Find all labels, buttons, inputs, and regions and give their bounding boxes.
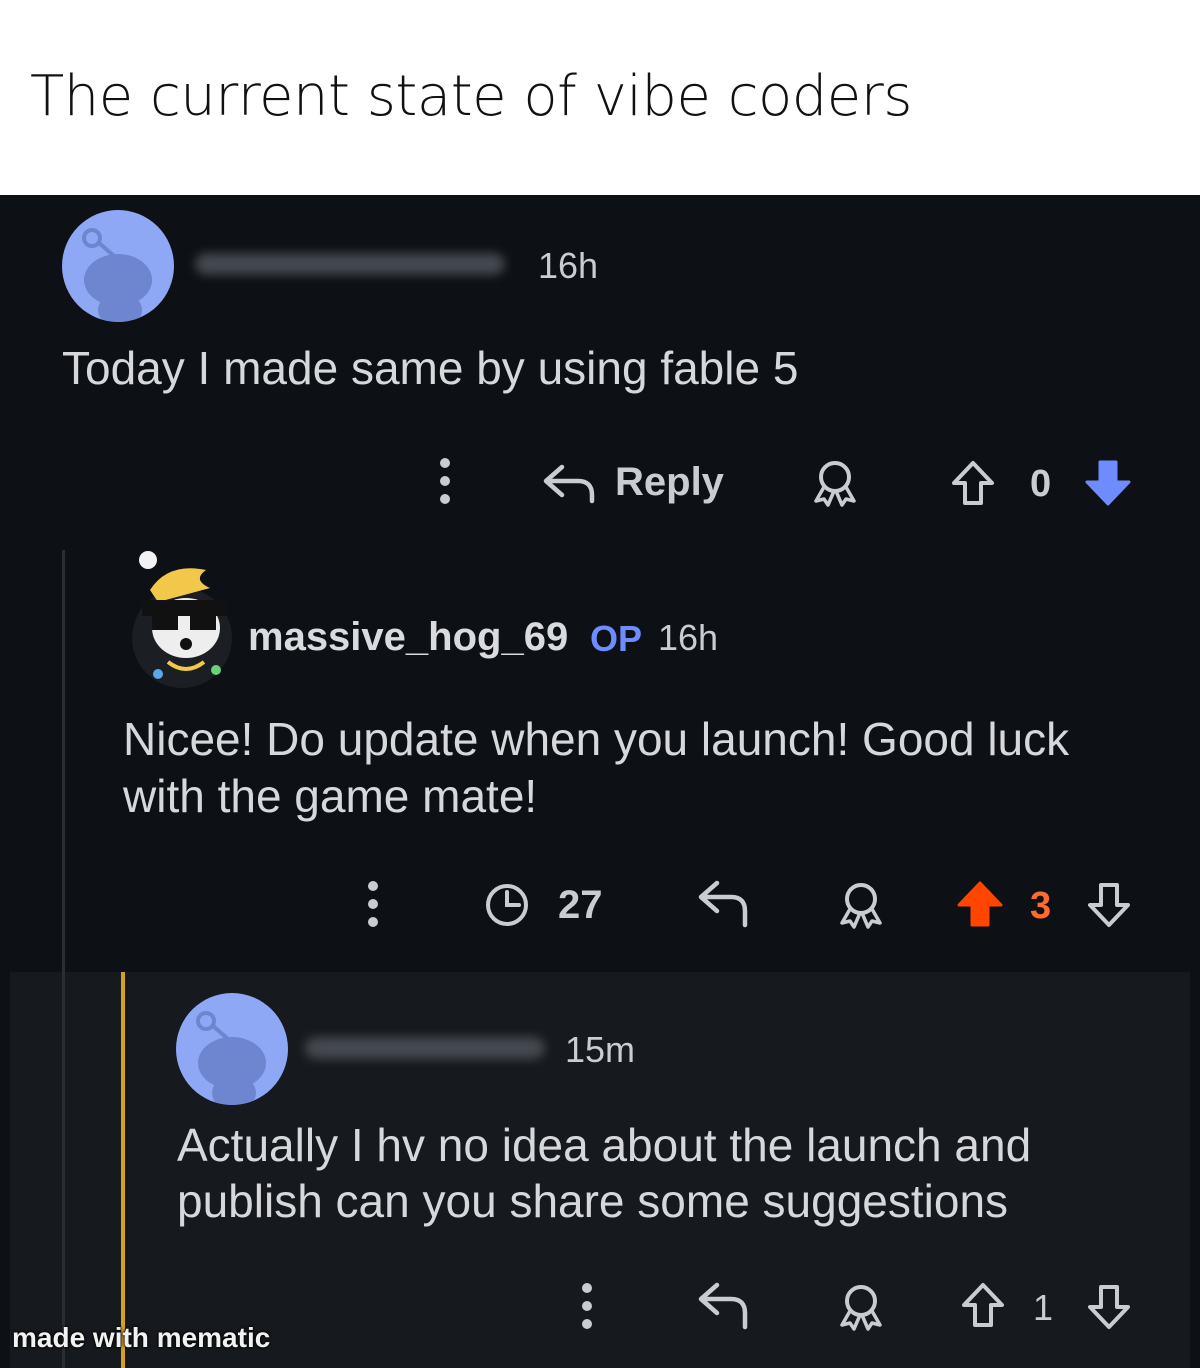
- snoo-avatar-icon: [82, 228, 152, 322]
- comment-body-line: with the game mate!: [123, 770, 538, 822]
- comment-time: 15m: [565, 1029, 636, 1070]
- blurred-username: [305, 1037, 545, 1059]
- comment-body-line: Actually I hv no idea about the launch a…: [177, 1119, 1032, 1171]
- thread-highlight-line: [121, 972, 125, 1368]
- avatar[interactable]: [176, 993, 288, 1105]
- vote-count: 0: [1030, 463, 1052, 505]
- award-icon[interactable]: [810, 459, 860, 507]
- reply-arrow-icon[interactable]: [697, 1281, 751, 1331]
- avatar[interactable]: [128, 550, 236, 690]
- comment-time: 16h: [658, 617, 719, 658]
- reply-button[interactable]: Reply: [615, 460, 724, 505]
- op-badge: OP: [590, 618, 643, 659]
- downvote-icon[interactable]: [1083, 458, 1133, 508]
- comment-body: Today I made same by using fable 5: [62, 342, 799, 394]
- custom-avatar-icon: [132, 551, 232, 688]
- downvote-icon[interactable]: [1086, 1283, 1132, 1331]
- upvote-icon[interactable]: [955, 879, 1005, 929]
- comment-username[interactable]: massive_hog_69: [248, 615, 568, 660]
- vote-count: 1: [1033, 1287, 1054, 1328]
- more-options-icon[interactable]: [438, 457, 452, 505]
- snoo-avatar-icon: [196, 1011, 266, 1105]
- meme-caption-area: The current state of vibe coders: [0, 0, 1200, 195]
- reply-arrow-icon[interactable]: [697, 879, 751, 929]
- comment-thread-screenshot: 16h Today I made same by using fable 5 R…: [0, 195, 1200, 1368]
- watermark: made with mematic: [12, 1322, 271, 1353]
- timer-count: 27: [558, 883, 603, 927]
- reply-arrow-icon[interactable]: [542, 463, 596, 504]
- award-icon[interactable]: [836, 1283, 886, 1331]
- meme-caption: The current state of vibe coders: [30, 64, 912, 129]
- comment-body-line: Nicee! Do update when you launch! Good l…: [123, 713, 1070, 765]
- thread-line: [62, 972, 65, 1368]
- comment-time: 16h: [538, 245, 599, 286]
- blurred-username: [195, 253, 505, 275]
- upvote-icon[interactable]: [950, 459, 996, 507]
- downvote-icon[interactable]: [1086, 881, 1132, 929]
- upvote-icon[interactable]: [960, 1281, 1006, 1329]
- award-icon[interactable]: [836, 881, 886, 929]
- vote-count: 3: [1030, 885, 1052, 927]
- comment-body-line: publish can you share some suggestions: [177, 1175, 1009, 1227]
- more-options-icon[interactable]: [580, 1282, 594, 1330]
- avatar[interactable]: [62, 210, 174, 322]
- more-options-icon[interactable]: [366, 880, 380, 928]
- timer-icon: [486, 884, 528, 926]
